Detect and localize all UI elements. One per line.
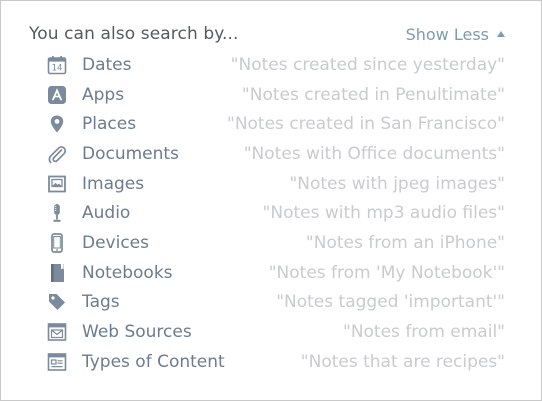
search-option-places[interactable]: Places "Notes created in San Francisco": [45, 109, 505, 139]
option-label: Types of Content: [82, 351, 225, 372]
search-options-panel: You can also search by... Show Less 14 D…: [0, 0, 542, 401]
option-label: Dates: [82, 54, 132, 75]
option-example: "Notes with jpeg images": [289, 173, 505, 194]
tag-icon: [45, 290, 69, 314]
notebook-icon: [45, 261, 69, 285]
option-example: "Notes from email": [343, 322, 505, 343]
search-option-images[interactable]: Images "Notes with jpeg images": [45, 169, 505, 199]
search-option-devices[interactable]: Devices "Notes from an iPhone": [45, 228, 505, 258]
option-example: "Notes from an iPhone": [305, 232, 505, 253]
web-clip-icon: [45, 320, 69, 344]
paperclip-icon: [45, 142, 69, 166]
location-pin-icon: [45, 112, 69, 136]
option-example: "Notes tagged 'important'": [276, 292, 505, 313]
image-icon: [45, 172, 69, 196]
search-option-list: 14 Dates "Notes created since yesterday"…: [45, 50, 505, 377]
option-example: "Notes with mp3 audio files": [262, 203, 505, 224]
search-option-apps[interactable]: Apps "Notes created in Penultimate": [45, 80, 505, 110]
content-type-icon: [45, 350, 69, 374]
show-less-label: Show Less: [405, 24, 489, 44]
search-option-notebooks[interactable]: Notebooks "Notes from 'My Notebook'": [45, 258, 505, 288]
caret-up-icon: [497, 31, 505, 37]
panel-title: You can also search by...: [29, 24, 239, 44]
option-label: Notebooks: [82, 262, 173, 283]
search-option-web-sources[interactable]: Web Sources "Notes from email": [45, 317, 505, 347]
option-example: "Notes created in Penultimate": [241, 84, 505, 105]
option-label: Places: [82, 114, 137, 135]
phone-icon: [45, 231, 69, 255]
search-option-tags[interactable]: Tags "Notes tagged 'important'": [45, 288, 505, 318]
calendar-icon: 14: [45, 53, 69, 77]
option-example: "Notes that are recipes": [300, 351, 505, 372]
option-example: "Notes created in San Francisco": [227, 114, 505, 135]
option-example: "Notes with Office documents": [243, 143, 505, 164]
option-label: Documents: [82, 143, 179, 164]
option-label: Web Sources: [82, 322, 192, 343]
app-store-icon: [45, 83, 69, 107]
search-option-dates[interactable]: 14 Dates "Notes created since yesterday": [45, 50, 505, 80]
option-example: "Notes created since yesterday": [230, 54, 505, 75]
show-less-button[interactable]: Show Less: [406, 25, 505, 44]
option-example: "Notes from 'My Notebook'": [268, 262, 505, 283]
panel-header: You can also search by... Show Less: [29, 21, 505, 47]
option-label: Audio: [82, 203, 131, 224]
search-option-audio[interactable]: Audio "Notes with mp3 audio files": [45, 198, 505, 228]
option-label: Apps: [82, 84, 125, 105]
search-option-types-of-content[interactable]: Types of Content "Notes that are recipes…: [45, 347, 505, 377]
option-label: Images: [82, 173, 145, 194]
svg-text:14: 14: [52, 64, 63, 74]
microphone-icon: [45, 201, 69, 225]
search-option-documents[interactable]: Documents "Notes with Office documents": [45, 139, 505, 169]
option-label: Devices: [82, 232, 149, 253]
option-label: Tags: [82, 292, 120, 313]
